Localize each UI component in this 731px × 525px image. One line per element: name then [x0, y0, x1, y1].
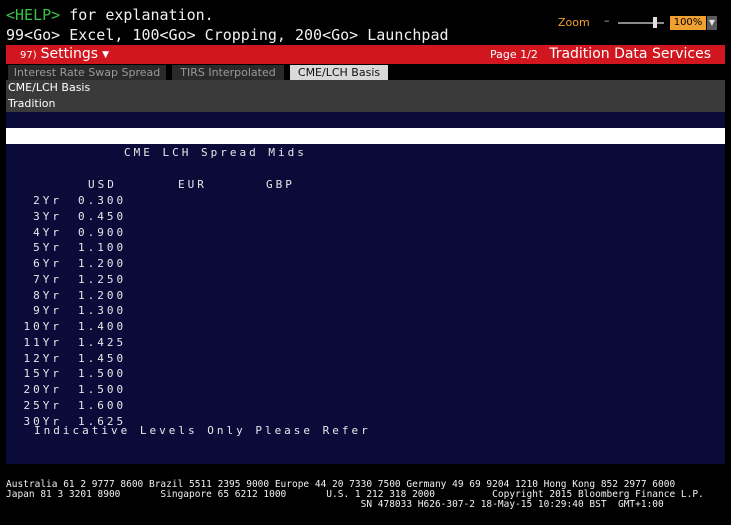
column-header-usd: USD — [88, 178, 117, 191]
usd-value: 1.500 — [78, 383, 127, 396]
provider-name: Tradition Data Services — [549, 46, 711, 62]
help-text: for explanation. — [60, 6, 214, 24]
settings-label: Settings — [40, 46, 99, 62]
zoom-dropdown-icon[interactable]: ▼ — [707, 16, 717, 30]
help-line: <HELP> for explanation. — [6, 6, 214, 24]
tenor-label: 7Yr — [33, 272, 62, 286]
tab-cme-lch-basis[interactable]: CME/LCH Basis — [290, 65, 388, 80]
tab-interest-rate-swap-spread[interactable]: Interest Rate Swap Spread — [8, 65, 166, 80]
usd-value: 0.450 — [78, 209, 127, 223]
usd-value: 1.400 — [78, 320, 127, 333]
settings-number: 97) — [20, 50, 37, 61]
tenor-label: 9Yr — [33, 304, 62, 318]
zoom-slider-track[interactable] — [618, 22, 664, 24]
tenor-label: 6Yr — [33, 257, 62, 270]
zoom-value[interactable]: 100% — [670, 16, 706, 30]
usd-value: 1.450 — [78, 351, 127, 365]
tenor-label: 10Yr — [23, 320, 62, 333]
content-panel: CME LCH Spread Mids USD EUR GBP 2Yr 0.300… — [6, 112, 725, 464]
help-key[interactable]: <HELP> — [6, 6, 60, 24]
section-title: CME LCH Spread Mids — [124, 146, 307, 159]
tab-bar: Interest Rate Swap Spread TIRS Interpola… — [6, 64, 725, 80]
tenor-label: 5Yr — [33, 241, 62, 255]
tenor-label: 12Yr — [23, 351, 62, 365]
tenor-label: 2Yr — [33, 194, 62, 207]
zoom-slider-thumb[interactable] — [652, 17, 657, 28]
usd-value: 0.300 — [78, 194, 127, 207]
footer-contacts: Australia 61 2 9777 8600 Brazil 5511 239… — [6, 480, 725, 510]
chevron-down-icon: ▼ — [102, 50, 109, 60]
tenor-label: 15Yr — [23, 367, 62, 381]
page-title: CME/LCH Basis — [8, 81, 91, 94]
column-header-eur: EUR — [178, 178, 207, 191]
usd-value: 1.425 — [78, 335, 127, 349]
usd-value: 1.500 — [78, 367, 127, 381]
footer-line-3: SN 478033 H626-307-2 18-May-15 10:29:40 … — [6, 499, 664, 510]
window-titlebar: 97) Settings ▼ Page 1/2 Tradition Data Ser… — [6, 45, 725, 64]
source-label: Tradition — [8, 97, 56, 110]
usd-value: 1.200 — [78, 257, 127, 270]
zoom-label: Zoom — [558, 16, 590, 29]
usd-value: 1.250 — [78, 272, 127, 286]
sub-header: CME/LCH Basis Tradition — [6, 80, 725, 112]
page-indicator: Page 1/2 — [490, 48, 538, 61]
disclaimer-text: Indicative Levels Only Please Refer — [34, 424, 371, 437]
command-line: 99<Go> Excel, 100<Go> Cropping, 200<Go> … — [6, 26, 449, 44]
settings-button[interactable]: 97) Settings ▼ — [20, 45, 109, 64]
usd-value: 1.200 — [78, 288, 127, 302]
highlight-bar — [6, 128, 725, 144]
usd-value: 1.100 — [78, 241, 127, 255]
tenor-label: 4Yr — [33, 225, 62, 239]
tenor-label: 20Yr — [23, 383, 62, 396]
usd-value: 0.900 — [78, 225, 127, 239]
tab-tirs-interpolated[interactable]: TIRS Interpolated — [172, 65, 284, 80]
zoom-out-button[interactable]: – — [604, 14, 610, 27]
tenor-label: 11Yr — [23, 335, 62, 349]
tenor-label: 8Yr — [33, 288, 62, 302]
tenor-label: 25Yr — [23, 398, 62, 412]
usd-value: 1.300 — [78, 304, 127, 318]
tenor-label: 3Yr — [33, 209, 62, 223]
usd-value: 1.600 — [78, 398, 127, 412]
column-header-gbp: GBP — [266, 178, 295, 191]
